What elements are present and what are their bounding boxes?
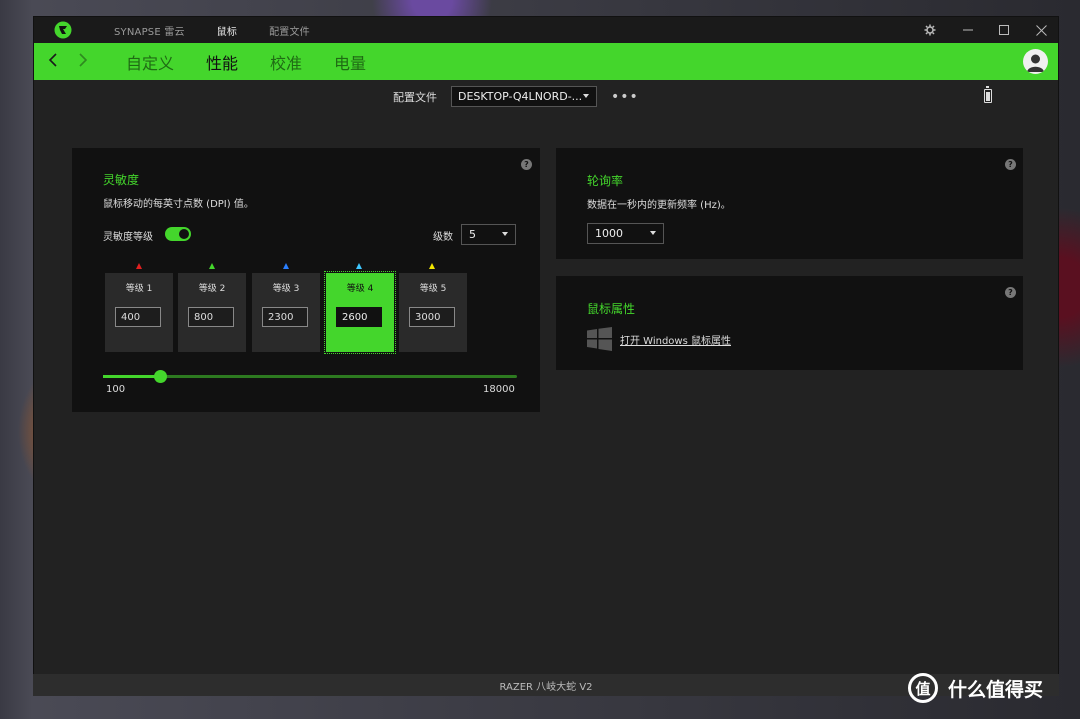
chevron-down-icon: [502, 232, 508, 236]
dpi-slider-fill: [103, 375, 161, 378]
dpi-stage-input[interactable]: 2600: [336, 307, 382, 327]
tab-power[interactable]: 电量: [328, 50, 372, 74]
chevron-down-icon: [583, 94, 589, 98]
smzdm-logo-icon: 值: [908, 673, 938, 703]
sensitivity-title: 灵敏度: [103, 173, 140, 187]
user-avatar-icon[interactable]: [1023, 49, 1048, 74]
close-icon[interactable]: [1023, 17, 1059, 43]
dpi-stage-1[interactable]: 等级 1 400: [105, 273, 173, 352]
stage-4-color-indicator: [356, 263, 362, 269]
watermark-text: 什么值得买: [948, 678, 1044, 701]
tab-performance[interactable]: 性能: [200, 50, 244, 74]
mouse-properties-panel: [556, 276, 1023, 370]
device-name: RAZER 八岐大蛇 V2: [499, 681, 593, 693]
back-arrow-icon[interactable]: [38, 51, 68, 72]
stage-2-color-indicator: [209, 263, 215, 269]
dpi-stage-4[interactable]: 等级 4 2600: [324, 271, 396, 354]
smzdm-watermark: 值 什么值得买: [908, 673, 1043, 703]
dpi-stage-3[interactable]: 等级 3 2300: [252, 273, 320, 352]
razer-logo-icon: [54, 21, 72, 39]
mouse-properties-title: 鼠标属性: [587, 302, 636, 316]
stage-count-label: 级数: [433, 232, 453, 243]
tab-calibration[interactable]: 校准: [264, 50, 308, 74]
dpi-stage-input[interactable]: 3000: [409, 307, 455, 327]
watermark-logo-text: 值: [915, 679, 931, 698]
titlebar: SYNAPSE 雷云 鼠标 配置文件: [34, 17, 1058, 43]
sensitivity-description: 鼠标移动的每英寸点数 (DPI) 值。: [103, 199, 254, 210]
polling-rate-dropdown[interactable]: 1000: [587, 223, 664, 244]
stage-3-color-indicator: [283, 263, 289, 269]
polling-rate-title: 轮询率: [587, 174, 624, 188]
polling-rate-value: 1000: [595, 227, 623, 240]
dpi-stage-5[interactable]: 等级 5 3000: [399, 273, 467, 352]
open-windows-mouse-properties-link[interactable]: 打开 Windows 鼠标属性: [620, 332, 731, 347]
sensitivity-stages-toggle[interactable]: [165, 227, 191, 241]
settings-gear-icon[interactable]: [912, 17, 948, 43]
profile-row: 配置文件 DESKTOP-Q4LNORD-... •••: [393, 86, 639, 107]
title-tab-profiles[interactable]: 配置文件: [269, 23, 310, 38]
stage-1-color-indicator: [136, 263, 142, 269]
more-options-icon[interactable]: •••: [611, 89, 639, 105]
profile-label: 配置文件: [393, 90, 437, 104]
help-icon[interactable]: ?: [1005, 287, 1016, 298]
dpi-slider-max: 18000: [483, 384, 515, 395]
profile-dropdown[interactable]: DESKTOP-Q4LNORD-...: [451, 86, 597, 107]
profile-dropdown-value: DESKTOP-Q4LNORD-...: [458, 90, 583, 103]
dpi-stage-label: 等级 4: [346, 284, 374, 294]
dpi-stage-input[interactable]: 800: [188, 307, 234, 327]
stage-5-color-indicator: [429, 263, 435, 269]
sensitivity-stages-label: 灵敏度等级: [103, 232, 153, 243]
dpi-stage-label: 等级 1: [125, 284, 153, 294]
dpi-stage-input[interactable]: 400: [115, 307, 161, 327]
forward-arrow-icon[interactable]: [68, 51, 98, 72]
help-icon[interactable]: ?: [521, 159, 532, 170]
dpi-stage-2[interactable]: 等级 2 800: [178, 273, 246, 352]
battery-icon: [984, 86, 992, 103]
title-tab-mouse[interactable]: 鼠标: [217, 23, 237, 38]
dpi-stage-label: 等级 3: [272, 284, 300, 294]
toggle-knob: [179, 229, 189, 239]
maximize-icon[interactable]: [986, 17, 1022, 43]
chevron-down-icon: [650, 231, 656, 235]
tab-customize[interactable]: 自定义: [120, 50, 180, 74]
polling-rate-description: 数据在一秒内的更新频率 (Hz)。: [587, 200, 731, 211]
dpi-stage-label: 等级 5: [419, 284, 447, 294]
help-icon[interactable]: ?: [1005, 159, 1016, 170]
stage-count-value: 5: [469, 228, 476, 241]
dpi-stage-label: 等级 2: [198, 284, 226, 294]
windows-logo-icon: [587, 327, 612, 351]
minimize-icon[interactable]: [950, 17, 986, 43]
nav-bar: 自定义 性能 校准 电量: [34, 43, 1058, 80]
device-status-bar: RAZER 八岐大蛇 V2: [33, 674, 1059, 696]
dpi-stage-input[interactable]: 2300: [262, 307, 308, 327]
dpi-slider-min: 100: [106, 384, 126, 395]
title-tab-synapse[interactable]: SYNAPSE 雷云: [114, 23, 185, 38]
stage-count-dropdown[interactable]: 5: [461, 224, 516, 245]
